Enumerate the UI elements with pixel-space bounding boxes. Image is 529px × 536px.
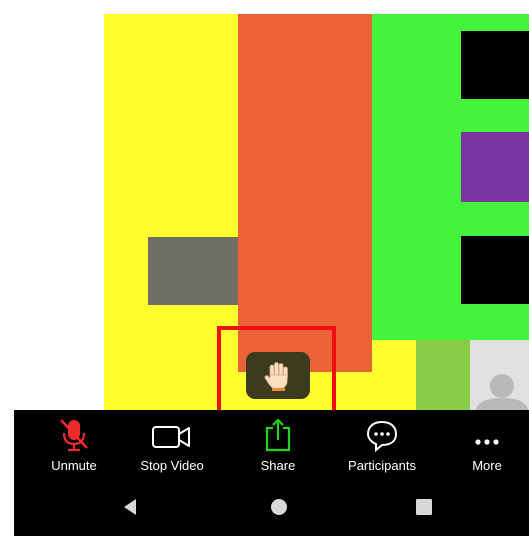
- avatar-placeholder-icon: [476, 374, 528, 410]
- participant-avatar[interactable]: [470, 340, 529, 410]
- more-label: More: [472, 458, 502, 473]
- unmute-button[interactable]: Unmute: [26, 418, 122, 473]
- raise-hand-button[interactable]: [246, 352, 310, 399]
- nav-home-button[interactable]: [259, 487, 299, 527]
- black-block-bottom: [461, 236, 529, 304]
- mic-muted-icon: [60, 419, 88, 452]
- nav-recents-button[interactable]: [404, 487, 444, 527]
- participants-button[interactable]: Participants: [334, 418, 430, 473]
- purple-block: [461, 132, 529, 202]
- participants-label: Participants: [348, 458, 416, 473]
- back-icon: [124, 499, 136, 515]
- unmute-label: Unmute: [51, 458, 97, 473]
- black-block-top: [461, 31, 529, 99]
- participants-chat-icon: [366, 420, 398, 452]
- nav-back-button[interactable]: [110, 487, 150, 527]
- stop-video-button[interactable]: Stop Video: [124, 418, 220, 473]
- home-icon: [271, 499, 287, 515]
- recents-icon: [416, 499, 432, 515]
- stop-video-label: Stop Video: [140, 458, 204, 473]
- share-label: Share: [260, 458, 296, 473]
- more-button[interactable]: More: [439, 418, 529, 473]
- video-thumbnail[interactable]: [416, 340, 470, 410]
- video-camera-icon: [152, 426, 190, 448]
- gray-block: [148, 237, 238, 305]
- raised-hand-icon: [264, 361, 288, 391]
- orange-panel: [238, 14, 372, 372]
- meeting-toolbar: Unmute Stop Video Share Participants Mor…: [14, 410, 529, 536]
- more-dots-icon: [475, 439, 499, 445]
- share-screen-icon: [265, 418, 291, 452]
- share-button[interactable]: Share: [230, 418, 326, 473]
